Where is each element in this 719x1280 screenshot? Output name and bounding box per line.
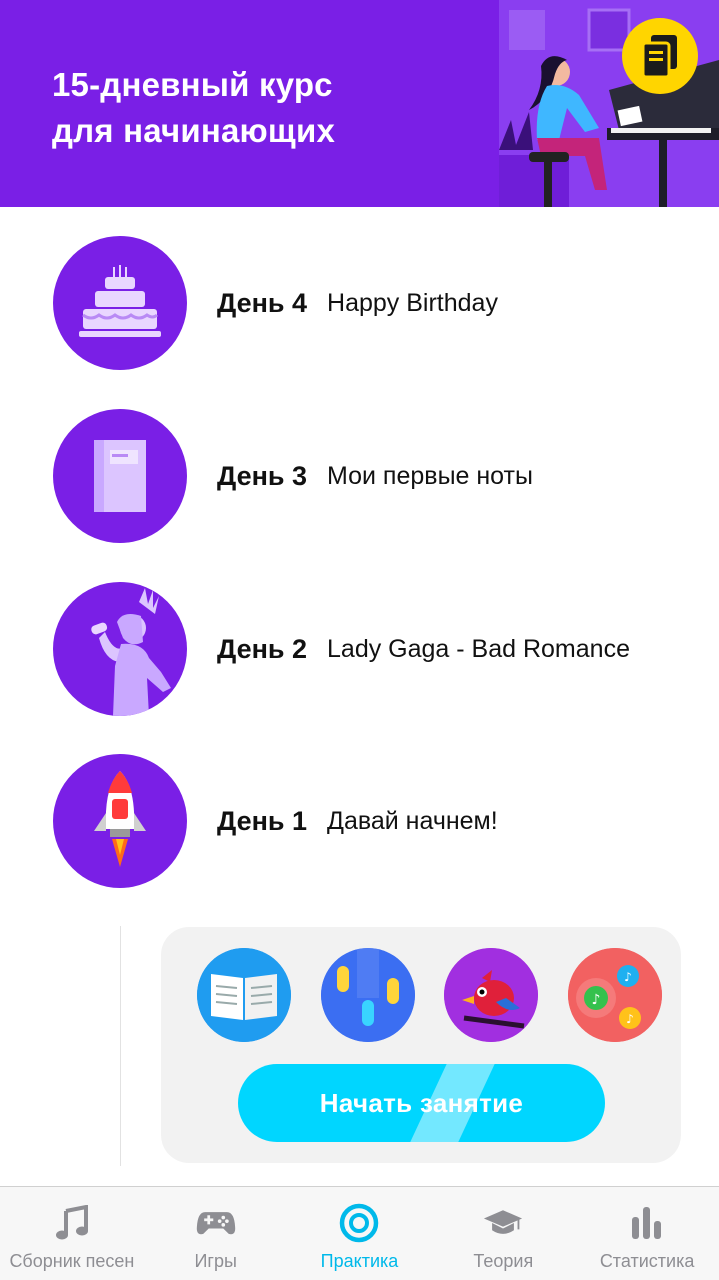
day-label: День 4 — [217, 287, 308, 318]
svg-text:♪: ♪ — [624, 970, 632, 984]
tab-label: Практика — [320, 1251, 399, 1271]
course-title-line2: для начинающих — [52, 112, 335, 149]
bottom-tab-bar: Сборник песен Игры Практика Теория Стати… — [0, 1186, 719, 1280]
open-book-icon[interactable] — [197, 948, 291, 1042]
music-note-icon — [52, 1203, 92, 1243]
day-title: Lady Gaga - Bad Romance — [327, 634, 630, 663]
timeline-line — [120, 926, 121, 1166]
tab-label: Сборник песен — [9, 1251, 135, 1271]
tab-label: Игры — [194, 1251, 237, 1271]
day-item-1[interactable]: День 1 Давай начнем! — [53, 754, 693, 888]
target-icon — [339, 1203, 379, 1243]
day-item-4[interactable]: День 4 Happy Birthday — [53, 236, 693, 370]
handbook-icon — [641, 35, 677, 79]
tab-songbook[interactable]: Сборник песен — [0, 1187, 144, 1280]
day-label: День 2 — [217, 633, 308, 664]
tab-statistics[interactable]: Статистика — [575, 1187, 719, 1280]
bar-chart-icon — [627, 1203, 667, 1243]
svg-text:♪: ♪ — [592, 992, 601, 1008]
tab-games[interactable]: Игры — [144, 1187, 288, 1280]
course-header: 15-дневный курс для начинающих — [0, 0, 719, 207]
tab-theory[interactable]: Теория — [431, 1187, 575, 1280]
svg-text:♪: ♪ — [626, 1012, 634, 1026]
course-title-line1: 15-дневный курс — [52, 66, 333, 103]
rocket-icon — [53, 754, 187, 888]
day-title: Мои первые ноты — [327, 461, 533, 490]
day-title: Happy Birthday — [327, 288, 498, 317]
gamepad-icon — [196, 1203, 236, 1243]
day-item-2[interactable]: День 2 Lady Gaga - Bad Romance — [53, 582, 693, 716]
course-title: 15-дневный курс для начинающих — [52, 62, 472, 154]
birthday-cake-icon — [53, 236, 187, 370]
handbook-button[interactable] — [622, 18, 698, 94]
day-label: День 3 — [217, 460, 308, 491]
start-lesson-label: Начать занятие — [319, 1088, 524, 1118]
music-notes-bubbles-icon[interactable]: ♪ ♪ ♪ — [568, 948, 662, 1042]
graduation-cap-icon — [483, 1203, 523, 1243]
day-label: День 1 — [217, 805, 308, 836]
tab-label: Статистика — [599, 1251, 695, 1271]
book-icon — [53, 409, 187, 543]
tab-label: Теория — [473, 1251, 534, 1271]
day-item-3[interactable]: День 3 Мои первые ноты — [53, 409, 693, 543]
singer-icon — [53, 582, 187, 716]
bird-icon[interactable] — [444, 948, 538, 1042]
falling-notes-icon[interactable] — [321, 948, 415, 1042]
activity-card: ♪ ♪ ♪ Начать занятие — [161, 927, 681, 1163]
day-title: Давай начнем! — [327, 806, 498, 835]
tab-practice[interactable]: Практика — [288, 1187, 432, 1280]
start-lesson-button[interactable]: Начать занятие — [238, 1064, 605, 1142]
